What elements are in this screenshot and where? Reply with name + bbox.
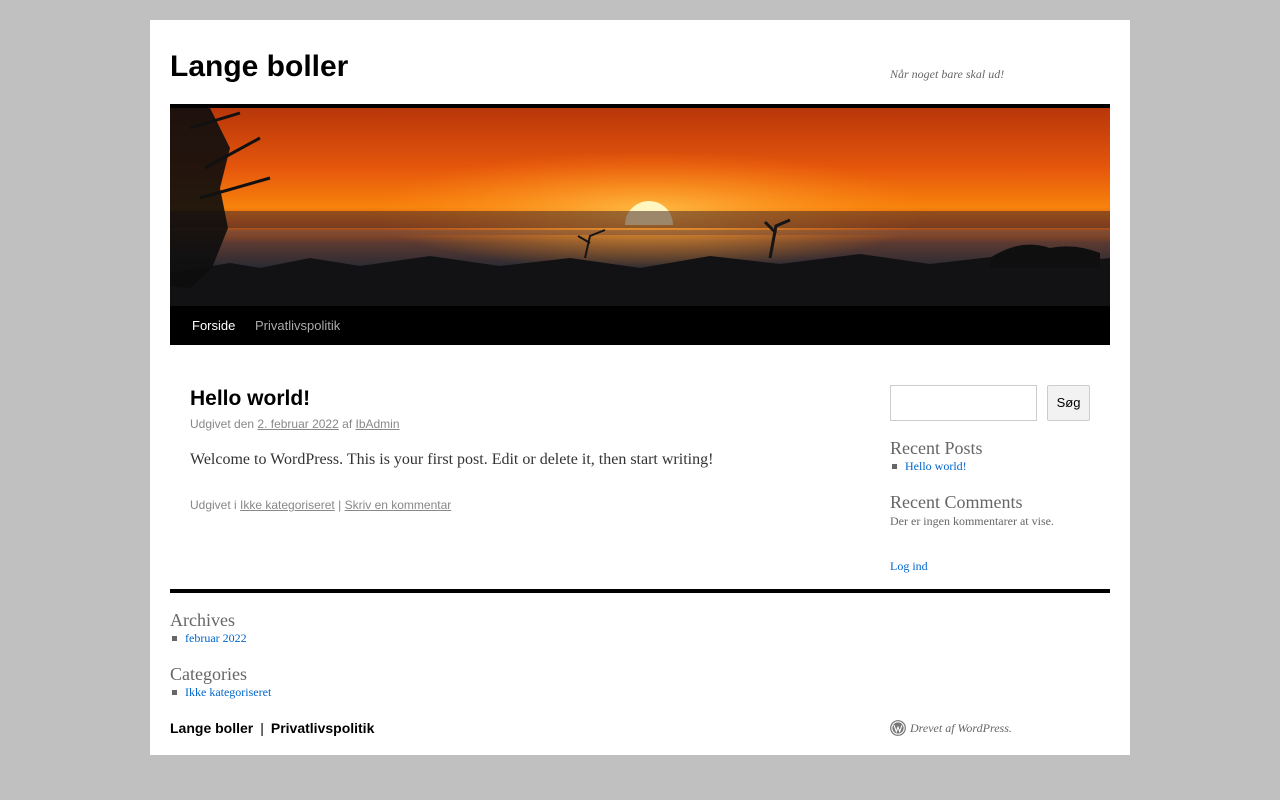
login-link[interactable]: Log ind [890, 559, 928, 573]
archives-title: Archives [170, 610, 235, 630]
categories-list: Ikke kategoriseret [170, 685, 271, 700]
header-banner-image [170, 108, 1110, 306]
site-tagline: Når noget bare skal ud! [890, 67, 1005, 81]
footer-site-link[interactable]: Lange boller [170, 720, 253, 736]
nav-item-privatlivspolitik[interactable]: Privatlivspolitik [255, 318, 340, 333]
archives-list: februar 2022 [170, 631, 247, 646]
recent-comments-title: Recent Comments [890, 492, 1023, 512]
site-title[interactable]: Lange boller [170, 50, 348, 84]
list-item: februar 2022 [170, 631, 247, 646]
post-author-link[interactable]: IbAdmin [356, 417, 400, 431]
footer-privacy-link[interactable]: Privatlivspolitik [271, 720, 374, 736]
page-container: Lange boller Når noget bare skal ud! For… [150, 20, 1130, 755]
recent-posts-list: Hello world! [890, 459, 967, 474]
category-prefix: Udgivet i [190, 498, 237, 512]
login-link-wrapper: Log ind [890, 559, 928, 574]
published-prefix: Udgivet den [190, 417, 255, 431]
post-content: Welcome to WordPress. This is your first… [190, 451, 714, 468]
main-navigation: Forside Privatlivspolitik [170, 306, 1110, 345]
search-button[interactable]: Søg [1047, 385, 1090, 421]
list-item: Hello world! [890, 459, 967, 474]
footer-separator: | [260, 720, 264, 736]
footer-divider [170, 589, 1110, 593]
nav-item-forside[interactable]: Forside [192, 318, 235, 333]
categories-title: Categories [170, 664, 247, 684]
search-input[interactable] [890, 385, 1037, 421]
list-item: Ikke kategoriseret [170, 685, 271, 700]
post-date-link[interactable]: 2. februar 2022 [257, 417, 338, 431]
powered-by: Drevet af WordPress. [890, 720, 1012, 736]
archive-link[interactable]: februar 2022 [185, 631, 247, 645]
author-prefix: af [342, 417, 353, 431]
category-link[interactable]: Ikke kategoriseret [185, 685, 271, 699]
post-meta: Udgivet den 2. februar 2022 af IbAdmin [190, 417, 400, 431]
footer-links: Lange boller | Privatlivspolitik [170, 720, 374, 736]
post-footer-meta: Udgivet i Ikke kategoriseret | Skriv en … [190, 498, 451, 512]
post-title[interactable]: Hello world! [190, 387, 310, 411]
recent-post-link[interactable]: Hello world! [905, 459, 967, 473]
wordpress-icon [890, 720, 906, 736]
powered-by-link[interactable]: Drevet af WordPress. [910, 721, 1012, 736]
write-comment-link[interactable]: Skriv en kommentar [345, 498, 452, 512]
meta-separator: | [338, 498, 342, 512]
recent-posts-title: Recent Posts [890, 438, 983, 458]
post-category-link[interactable]: Ikke kategoriseret [240, 498, 335, 512]
no-comments-text: Der er ingen kommentarer at vise. [890, 514, 1054, 528]
